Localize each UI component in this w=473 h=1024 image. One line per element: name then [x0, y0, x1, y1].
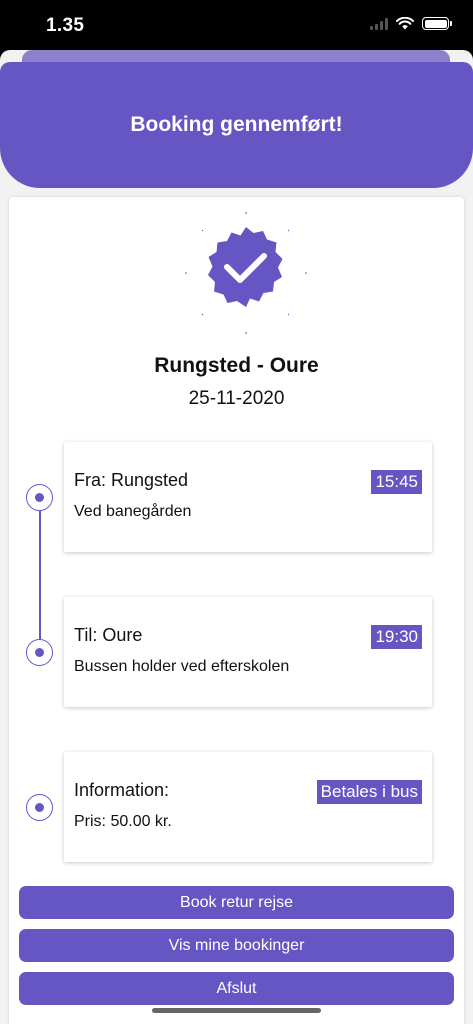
header: Booking gennemført! [0, 62, 473, 188]
timeline-dot-arrival [26, 639, 53, 666]
departure-subtitle: Ved banegården [74, 503, 192, 520]
check-badge-icon [185, 212, 307, 334]
status-time: 1.35 [46, 15, 85, 36]
departure-card: Fra: Rungsted Ved banegården 15:45 [64, 442, 432, 552]
timeline-dot-departure [26, 484, 53, 511]
home-indicator[interactable] [152, 1008, 321, 1013]
arrival-title: Til: Oure [74, 625, 143, 645]
information-title: Information: [74, 780, 170, 800]
status-bar: 1.35 [0, 0, 473, 50]
signal-icon [370, 17, 388, 30]
my-bookings-button[interactable]: Vis mine bookinger [19, 929, 454, 962]
departure-time-badge: 15:45 [371, 470, 422, 494]
timeline-line [39, 497, 41, 653]
payment-badge: Betales i bus [316, 780, 422, 804]
status-icons [370, 17, 452, 30]
arrival-time-badge: 19:30 [371, 625, 422, 649]
wifi-icon [396, 17, 414, 30]
header-title: Booking gennemført! [130, 113, 343, 136]
arrival-card: Til: Oure Bussen holder ved efterskolen … [64, 597, 432, 707]
information-card: Information: Pris: 50.00 kr. Betales i b… [64, 752, 432, 862]
departure-title: Fra: Rungsted [74, 470, 189, 490]
battery-icon [422, 17, 452, 30]
finish-button[interactable]: Afslut [19, 972, 454, 1005]
price-text: Pris: 50.00 kr. [74, 813, 172, 830]
booking-card: Rungsted - Oure 25-11-2020 Fra: Rungsted… [9, 197, 464, 1024]
route-date: 25-11-2020 [188, 388, 285, 409]
book-return-button[interactable]: Book retur rejse [19, 886, 454, 919]
route-title: Rungsted - Oure [154, 354, 319, 377]
arrival-subtitle: Bussen holder ved efterskolen [74, 658, 290, 675]
app-screen: Booking gennemført! Rungsted - Oure 25-1… [0, 50, 473, 1024]
timeline-dot-information [26, 794, 53, 821]
